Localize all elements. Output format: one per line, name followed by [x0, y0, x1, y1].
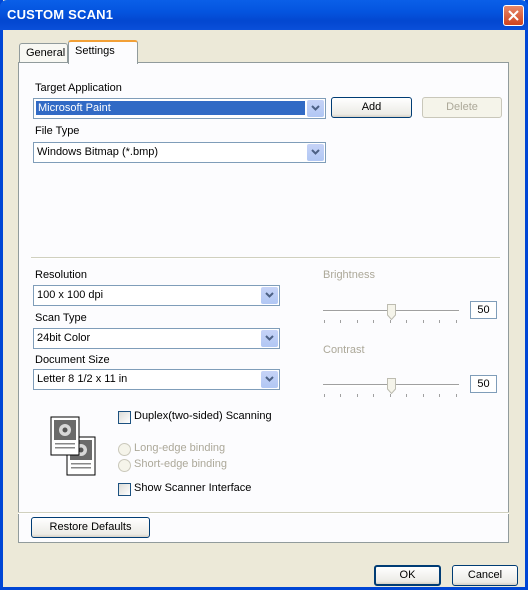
divider [18, 512, 509, 514]
dropdown-arrow[interactable] [307, 144, 324, 161]
brightness-slider[interactable] [320, 300, 462, 328]
scan-type-label: Scan Type [35, 312, 87, 324]
brightness-value[interactable]: 50 [470, 301, 497, 319]
resolution-select[interactable]: 100 x 100 dpi [33, 285, 280, 306]
cancel-button[interactable]: Cancel [452, 565, 518, 586]
contrast-slider[interactable] [320, 374, 462, 402]
contrast-label: Contrast [323, 344, 365, 356]
tab-general[interactable]: General [19, 43, 68, 64]
chevron-down-icon [265, 335, 274, 341]
file-type-select[interactable]: Windows Bitmap (*.bmp) [33, 142, 326, 163]
duplex-label: Duplex(two-sided) Scanning [134, 410, 272, 422]
dropdown-arrow[interactable] [307, 100, 324, 117]
divider [31, 257, 500, 259]
tab-settings-label: Settings [75, 45, 115, 57]
chevron-down-icon [265, 292, 274, 298]
target-application-label: Target Application [35, 82, 122, 94]
chevron-down-icon [311, 105, 320, 111]
duplex-pages-icon [47, 413, 107, 477]
dropdown-arrow[interactable] [261, 371, 278, 388]
document-size-label: Document Size [35, 354, 110, 366]
resolution-value: 100 x 100 dpi [37, 289, 104, 301]
target-application-select[interactable]: Microsoft Paint [33, 98, 326, 119]
title-bar[interactable]: CUSTOM SCAN1 [0, 0, 528, 30]
ok-button[interactable]: OK [374, 565, 441, 586]
add-button[interactable]: Add [331, 97, 412, 118]
brightness-label: Brightness [323, 269, 375, 281]
short-edge-label: Short-edge binding [134, 458, 227, 470]
close-button[interactable] [503, 5, 524, 26]
tab-general-label: General [26, 47, 66, 59]
chevron-down-icon [311, 149, 320, 155]
file-type-value: Windows Bitmap (*.bmp) [37, 146, 159, 158]
target-application-value: Microsoft Paint [36, 101, 305, 115]
scan-type-select[interactable]: 24bit Color [33, 328, 280, 349]
show-scanner-interface-label: Show Scanner Interface [134, 482, 252, 494]
slider-thumb[interactable] [387, 378, 396, 394]
dropdown-arrow[interactable] [261, 287, 278, 304]
long-edge-radio[interactable] [118, 443, 131, 456]
short-edge-radio[interactable] [118, 459, 131, 472]
window-title: CUSTOM SCAN1 [7, 7, 114, 22]
long-edge-label: Long-edge binding [134, 442, 226, 454]
tab-settings[interactable]: Settings [68, 40, 138, 64]
duplex-checkbox[interactable] [118, 411, 131, 424]
document-size-select[interactable]: Letter 8 1/2 x 11 in [33, 369, 280, 390]
restore-defaults-button[interactable]: Restore Defaults [31, 517, 150, 538]
contrast-value[interactable]: 50 [470, 375, 497, 393]
slider-thumb[interactable] [387, 304, 396, 320]
resolution-label: Resolution [35, 269, 87, 281]
show-scanner-interface-checkbox[interactable] [118, 483, 131, 496]
chevron-down-icon [265, 376, 274, 382]
close-icon [508, 10, 519, 21]
file-type-label: File Type [35, 125, 80, 137]
dropdown-arrow[interactable] [261, 330, 278, 347]
scan-type-value: 24bit Color [37, 332, 91, 344]
document-size-value: Letter 8 1/2 x 11 in [37, 373, 128, 385]
delete-button[interactable]: Delete [422, 97, 502, 118]
